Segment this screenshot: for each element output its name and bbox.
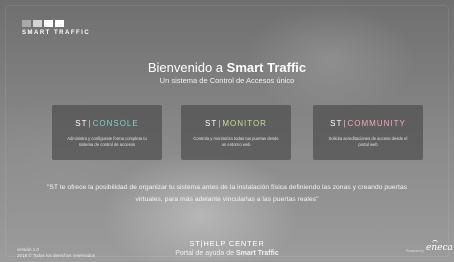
st-monitor-card[interactable]: ST|MONITOR Controla y monitoriza todas t… [181, 105, 291, 160]
copyright-text: 2018 © Todos los derechos reservados [17, 252, 96, 258]
eneca-brand-link[interactable]: eneca [426, 243, 453, 253]
powered-by-label: Powered by [406, 249, 424, 253]
card-title: ST|COMMUNITY [330, 119, 406, 128]
welcome-prefix: Bienvenido a [147, 60, 224, 75]
logo-squares-icon [22, 20, 90, 27]
card-description: Solicita acreditaciones de acceso desde … [328, 136, 408, 147]
module-name: COMMUNITY [347, 119, 406, 128]
st-community-card[interactable]: ST|COMMUNITY Solicita acreditaciones de … [313, 105, 423, 160]
card-title: ST|MONITOR [205, 119, 267, 128]
card-description: Administra y configurate forma completa … [67, 136, 147, 147]
welcome-brand: Smart Traffic [226, 60, 307, 75]
version-info: versión 1.0 2018 © Todos los derechos re… [17, 247, 95, 258]
module-name: CONSOLE [92, 119, 139, 128]
card-title: ST|CONSOLE [75, 119, 139, 128]
logo-text: SMART TRAFFIC [22, 30, 91, 36]
feature-quote: "ST te ofrece la posibilidad de organiza… [46, 184, 408, 203]
welcome-subtitle: Un sistema de Control de Accesos único [159, 76, 295, 85]
card-description: Controla y monitoriza todas tus puertas … [193, 136, 279, 147]
module-name: MONITOR [222, 119, 267, 128]
smart-traffic-logo: SMART TRAFFIC [22, 20, 90, 36]
st-console-card[interactable]: ST|CONSOLE Administra y configurate form… [52, 105, 162, 160]
welcome-heading: Bienvenido a Smart Traffic [0, 60, 454, 75]
